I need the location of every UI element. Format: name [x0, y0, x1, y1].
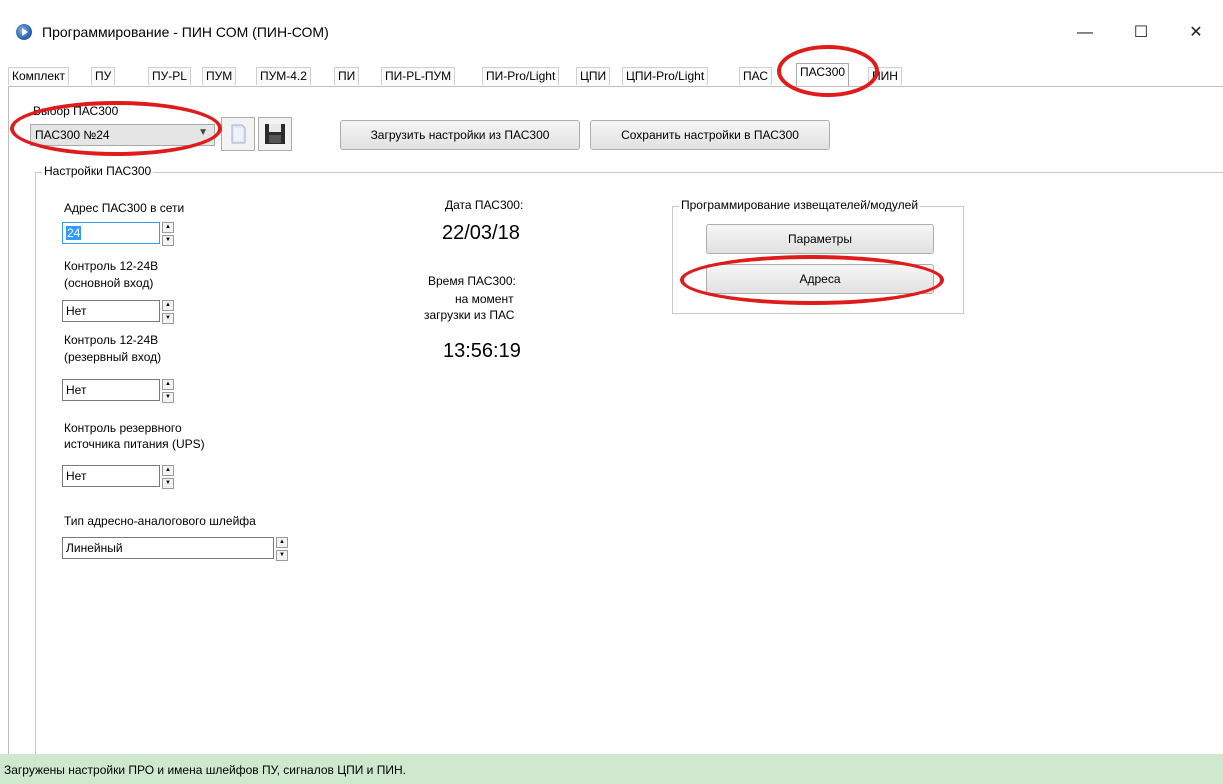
load-settings-button[interactable]: Загрузить настройки из ПАС300	[340, 120, 580, 150]
floppy-disk-icon	[265, 124, 285, 144]
spin-up-icon[interactable]: ▲	[162, 300, 174, 311]
date-value: 22/03/18	[442, 222, 520, 244]
spin-up-icon[interactable]: ▲	[162, 465, 174, 476]
control-reserve-value: Нет	[66, 383, 87, 397]
spin-up-icon[interactable]: ▲	[162, 222, 174, 233]
chevron-down-icon: ▼	[198, 127, 208, 138]
ups-value: Нет	[66, 469, 87, 483]
loop-type-value: Линейный	[66, 541, 123, 555]
spin-up-icon[interactable]: ▲	[276, 537, 288, 548]
folder-icon	[231, 124, 246, 144]
time-label: Время ПАС300:	[428, 274, 516, 288]
tab-cpi[interactable]: ЦПИ	[576, 67, 611, 85]
settings-groupbox: Настройки ПАС300	[35, 164, 1223, 757]
close-button[interactable]: ✕	[1173, 18, 1219, 48]
addresses-button[interactable]: Адреса	[706, 264, 934, 294]
maximize-button[interactable]: ☐	[1118, 18, 1164, 48]
programming-group-title: Программирование извещателей/модулей	[679, 198, 921, 212]
control-reserve-label-2: (резервный вход)	[64, 350, 162, 364]
selector-label: Выбор ПАС300	[33, 104, 119, 118]
control-main-label-2: (основной вход)	[64, 276, 154, 290]
spin-down-icon[interactable]: ▼	[162, 235, 174, 246]
control-main-value: Нет	[66, 304, 87, 318]
tab-pu-pl[interactable]: ПУ-PL	[148, 67, 191, 85]
time-note-2: загрузки из ПАС	[424, 308, 515, 322]
ups-label-2: источника питания (UPS)	[64, 437, 205, 451]
tab-pas[interactable]: ПАС	[739, 67, 773, 85]
minimize-button[interactable]: —	[1062, 18, 1108, 48]
control-main-label-1: Контроль 12-24В	[64, 259, 159, 273]
save-file-button[interactable]	[258, 117, 292, 151]
time-note-1: на момент	[455, 292, 514, 306]
tab-pum[interactable]: ПУМ	[202, 67, 237, 85]
address-value[interactable]: 24	[66, 226, 82, 240]
time-value: 13:56:19	[443, 340, 521, 362]
status-text: Загружены настройки ПРО и имена шлейфов …	[4, 763, 406, 777]
programming-groupbox: Программирование извещателей/модулей	[672, 198, 964, 314]
settings-group-title: Настройки ПАС300	[42, 164, 154, 178]
window-title: Программирование - ПИН СОМ (ПИН-СОМ)	[42, 24, 329, 40]
loop-type-label: Тип адресно-аналогового шлейфа	[64, 514, 256, 528]
tab-pu[interactable]: ПУ	[91, 67, 116, 85]
ups-label-1: Контроль резервного	[64, 421, 182, 435]
parameters-button[interactable]: Параметры	[706, 224, 934, 254]
open-file-button[interactable]	[221, 117, 255, 151]
spin-up-icon[interactable]: ▲	[162, 379, 174, 390]
tab-komplekt[interactable]: Комплект	[8, 67, 69, 85]
spin-down-icon[interactable]: ▼	[162, 392, 174, 403]
device-selector-dropdown[interactable]: ПАС300 №24 ▼	[30, 124, 215, 146]
date-label: Дата ПАС300:	[445, 198, 524, 212]
tab-pas300[interactable]: ПАС300	[796, 63, 850, 86]
app-logo-icon	[16, 24, 32, 40]
spin-down-icon[interactable]: ▼	[162, 313, 174, 324]
tab-pi-pro-light[interactable]: ПИ-Pro/Light	[482, 67, 560, 85]
tab-cpi-pro-light[interactable]: ЦПИ-Pro/Light	[622, 67, 709, 85]
tab-pi-pl-pum[interactable]: ПИ-PL-ПУМ	[381, 67, 456, 85]
tab-pi[interactable]: ПИ	[334, 67, 360, 85]
spin-down-icon[interactable]: ▼	[162, 478, 174, 489]
tab-strip: Комплект ПУ ПУ-PL ПУМ ПУМ-4.2 ПИ ПИ-PL-П…	[8, 63, 1223, 86]
address-label: Адрес ПАС300 в сети	[64, 201, 185, 215]
save-settings-button[interactable]: Сохранить настройки в ПАС300	[590, 120, 830, 150]
control-reserve-label-1: Контроль 12-24В	[64, 333, 159, 347]
device-selector-value: ПАС300 №24	[35, 128, 110, 142]
tab-pum-42[interactable]: ПУМ-4.2	[256, 67, 311, 85]
status-bar: Загружены настройки ПРО и имена шлейфов …	[0, 754, 1223, 784]
spin-down-icon[interactable]: ▼	[276, 550, 288, 561]
title-bar: Программирование - ПИН СОМ (ПИН-СОМ) — ☐…	[0, 0, 1223, 62]
tab-pin[interactable]: ПИН	[868, 67, 902, 85]
